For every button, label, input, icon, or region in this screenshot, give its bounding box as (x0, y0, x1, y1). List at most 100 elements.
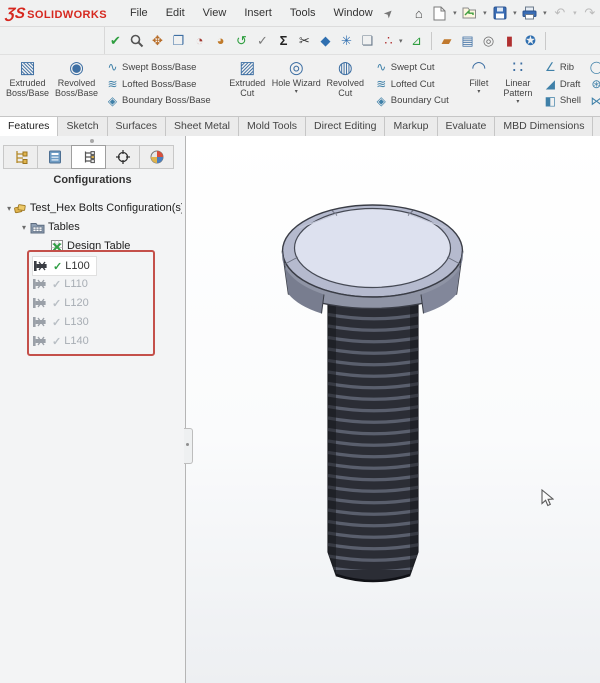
intersect-button[interactable]: ⊛ Intersect (587, 76, 600, 93)
menu-tools[interactable]: Tools (281, 3, 325, 23)
cut-group: ▨ Extruded Cut ◎ Hole Wizard ▾ ◍ Revolve… (220, 55, 456, 113)
wrap-icon: ◯ (589, 60, 600, 75)
save-icon[interactable] (490, 3, 510, 23)
new-doc-glyph (433, 6, 446, 20)
redo-icon[interactable]: ↷ (580, 3, 600, 23)
tab-mbd-dimensions[interactable]: MBD Dimensions (494, 116, 594, 136)
tab-features[interactable]: Features (0, 116, 59, 136)
tree-root-row[interactable]: ▾ Test_Hex Bolts Configuration(s) (L10 (4, 199, 182, 217)
hole-wizard-button[interactable]: ◎ Hole Wizard ▾ (272, 57, 321, 111)
swept-cut-button[interactable]: ∿ Swept Cut (372, 59, 451, 76)
sketch-check-icon[interactable]: ✓ (252, 31, 273, 51)
extruded-cut-button[interactable]: ▨ Extruded Cut (223, 57, 272, 111)
extruded-cut-label: Extruded Cut (229, 78, 266, 98)
tab-sheet-metal[interactable]: Sheet Metal (164, 116, 240, 136)
draft-button[interactable]: ◢ Draft (541, 76, 583, 93)
menu-window[interactable]: Window (325, 3, 382, 23)
paint-droplet-icon[interactable]: ◆ (315, 31, 336, 51)
tables-folder-label: Tables (48, 221, 80, 233)
pin-menu-icon[interactable]: ➤ (380, 5, 396, 21)
hole-wizard-caret[interactable]: ▾ (295, 89, 298, 95)
menu-insert[interactable]: Insert (235, 3, 281, 23)
property-manager-tab[interactable] (37, 145, 72, 169)
linear-pattern-button[interactable]: ∷ Linear Pattern ▾ (497, 57, 539, 111)
tables-folder-row[interactable]: ▾ Tables (18, 218, 80, 236)
toolbar-dropdown-caret[interactable]: ▾ (399, 37, 406, 45)
property-manager-icon (48, 150, 61, 164)
rib-button[interactable]: ∠ Rib (541, 59, 583, 76)
menu-view[interactable]: View (194, 3, 236, 23)
section-view-icon[interactable]: ▤ (457, 31, 478, 51)
undo-icon[interactable]: ↶ (550, 3, 570, 23)
shell-button[interactable]: ◧ Shell (541, 92, 583, 109)
verify-circle-icon[interactable]: ◎ (478, 31, 499, 51)
splitter-grip-dot (186, 443, 189, 446)
print-dropdown-caret[interactable]: ▾ (541, 9, 549, 17)
spell-check-icon[interactable]: ✔ (105, 31, 126, 51)
linear-pattern-caret[interactable]: ▾ (516, 99, 519, 105)
root-expand-arrow[interactable]: ▾ (4, 204, 14, 213)
menu-edit[interactable]: Edit (157, 3, 194, 23)
flag-marker-icon[interactable]: ▰ (436, 31, 457, 51)
hex-bolt-model[interactable] (186, 136, 600, 683)
tab-direct-editing[interactable]: Direct Editing (305, 116, 386, 136)
rebuild-refresh-icon[interactable]: ↺ (231, 31, 252, 51)
extruded-boss-base-button[interactable]: ▧ Extruded Boss/Base (3, 57, 52, 111)
tab-evaluate[interactable]: Evaluate (436, 116, 496, 136)
mirror-button[interactable]: ⋈ Mirror (587, 92, 600, 109)
section-pie-icon[interactable]: ◔ (189, 31, 210, 51)
boundary-boss-base-button[interactable]: ◈ Boundary Boss/Base (103, 92, 213, 109)
equations-sigma-icon[interactable]: Σ (273, 31, 294, 51)
tab-solidworks-addins[interactable]: SOLIDWORKS Add-Ins (592, 116, 600, 136)
trim-scissors-icon[interactable]: ✂ (294, 31, 315, 51)
pan-move-icon[interactable]: ✥ (147, 31, 168, 51)
graphics-area[interactable] (186, 136, 600, 683)
share-nodes-icon[interactable]: ∴ (378, 31, 399, 51)
extruded-boss-base-label: Extruded Boss/Base (5, 78, 50, 98)
tab-surfaces[interactable]: Surfaces (106, 116, 166, 136)
open-document-icon[interactable] (460, 3, 480, 23)
revolved-boss-base-button[interactable]: ◉ Revolved Boss/Base (52, 57, 101, 111)
quick-access-toolbar: ⌂ ▾ ▾ ▾ ▾ ↶ ▾ ↷ (409, 2, 600, 24)
copy-settings-icon[interactable]: ❏ (357, 31, 378, 51)
star-circle-icon[interactable]: ✪ (520, 31, 541, 51)
tab-mold-tools[interactable]: Mold Tools (238, 116, 307, 136)
save-dropdown-caret[interactable]: ▾ (511, 9, 519, 17)
display-manager-tab[interactable] (139, 145, 174, 169)
configuration-manager-icon (84, 151, 95, 164)
window-copy-icon[interactable]: ❐ (168, 31, 189, 51)
menu-file[interactable]: File (121, 3, 157, 23)
wrap-button[interactable]: ◯ Wrap (587, 59, 600, 76)
new-dropdown-caret[interactable]: ▾ (451, 9, 459, 17)
tables-expand-arrow[interactable]: ▾ (18, 223, 30, 232)
lofted-cut-button[interactable]: ≋ Lofted Cut (372, 76, 451, 93)
appearance-sphere-icon[interactable]: ◕ (210, 31, 231, 51)
feature-manager-tab[interactable] (3, 145, 38, 169)
freeze-snowflake-icon[interactable]: ✳ (336, 31, 357, 51)
home-icon[interactable]: ⌂ (409, 3, 429, 23)
revolved-cut-button[interactable]: ◍ Revolved Cut (321, 57, 370, 111)
panel-splitter-handle[interactable] (184, 428, 193, 464)
dimxpert-manager-tab[interactable] (105, 145, 140, 169)
dimxpert-target-icon (115, 150, 130, 164)
boss-base-stack: ∿ Swept Boss/Base ≋ Lofted Boss/Base ◈ B… (101, 57, 215, 111)
tab-sketch[interactable]: Sketch (57, 116, 108, 136)
boundary-cut-button[interactable]: ◈ Boundary Cut (372, 92, 451, 109)
open-dropdown-caret[interactable]: ▾ (481, 9, 489, 17)
extruded-boss-base-icon: ▧ (19, 58, 36, 77)
error-doc-icon[interactable]: ▮ (499, 31, 520, 51)
lofted-boss-base-button[interactable]: ≋ Lofted Boss/Base (103, 76, 213, 93)
fillet-caret[interactable]: ▾ (477, 89, 480, 95)
tab-markup[interactable]: Markup (384, 116, 438, 136)
magnifier-icon[interactable] (126, 31, 147, 51)
fillet-icon: ◠ (471, 58, 487, 77)
fillet-label: Fillet (469, 78, 489, 88)
swept-boss-base-button[interactable]: ∿ Swept Boss/Base (103, 59, 213, 76)
fillet-button[interactable]: ◠ Fillet ▾ (461, 57, 497, 111)
print-icon[interactable] (520, 3, 540, 23)
panel-grip-dot[interactable] (90, 139, 94, 143)
measure-tool-icon[interactable]: ⊿ (406, 31, 427, 51)
configuration-manager-tab[interactable] (71, 145, 106, 169)
mouse-cursor (541, 489, 554, 507)
new-document-icon[interactable] (430, 3, 450, 23)
